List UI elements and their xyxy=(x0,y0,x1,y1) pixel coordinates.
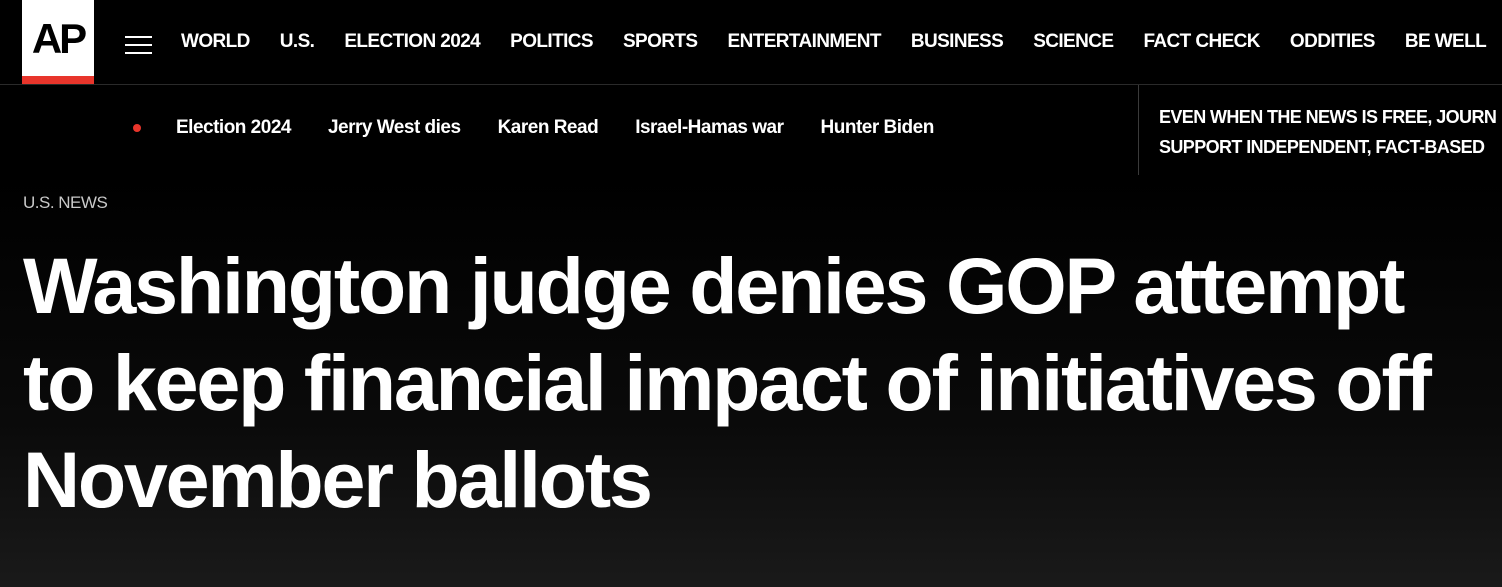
article-headline: Washington judge denies GOP attempt to k… xyxy=(23,241,1432,524)
hamburger-menu-icon[interactable] xyxy=(125,33,153,55)
support-promo[interactable]: EVEN WHEN THE NEWS IS FREE, JOURN SUPPOR… xyxy=(1159,102,1502,162)
nav-link-be-well[interactable]: BE WELL xyxy=(1405,29,1487,55)
trending-link-election-2024[interactable]: Election 2024 xyxy=(176,115,291,141)
article-header: U.S. NEWS Washington judge denies GOP at… xyxy=(0,175,1502,587)
vertical-divider xyxy=(1138,85,1139,175)
trending-link-karen-read[interactable]: Karen Read xyxy=(498,115,599,141)
promo-line-1: EVEN WHEN THE NEWS IS FREE, JOURN xyxy=(1159,107,1497,127)
nav-link-election-2024[interactable]: ELECTION 2024 xyxy=(344,29,480,55)
nav-link-us[interactable]: U.S. xyxy=(280,29,315,55)
nav-link-oddities[interactable]: ODDITIES xyxy=(1290,29,1376,55)
main-nav-links: WORLD U.S. ELECTION 2024 POLITICS SPORTS… xyxy=(181,29,1502,55)
nav-link-science[interactable]: SCIENCE xyxy=(1033,29,1114,55)
ap-logo[interactable]: AP xyxy=(22,0,94,84)
nav-link-business[interactable]: BUSINESS xyxy=(911,29,1004,55)
nav-link-entertainment[interactable]: ENTERTAINMENT xyxy=(728,29,882,55)
trending-link-hunter-biden[interactable]: Hunter Biden xyxy=(821,115,935,141)
nav-link-politics[interactable]: POLITICS xyxy=(510,29,593,55)
nav-link-world[interactable]: WORLD xyxy=(181,29,250,55)
trending-link-jerry-west[interactable]: Jerry West dies xyxy=(328,115,461,141)
trending-link-israel-hamas[interactable]: Israel-Hamas war xyxy=(635,115,784,141)
trending-bar: Election 2024 Jerry West dies Karen Read… xyxy=(0,85,1502,175)
top-navigation: AP WORLD U.S. ELECTION 2024 POLITICS SPO… xyxy=(0,0,1502,85)
promo-line-2: SUPPORT INDEPENDENT, FACT-BASED xyxy=(1159,137,1485,157)
logo-text: AP xyxy=(31,15,87,62)
live-dot-icon xyxy=(133,124,141,132)
nav-link-fact-check[interactable]: FACT CHECK xyxy=(1143,29,1260,55)
nav-link-sports[interactable]: SPORTS xyxy=(623,29,698,55)
logo-red-bar xyxy=(22,76,94,84)
section-label[interactable]: U.S. NEWS xyxy=(23,192,108,214)
trending-links: Election 2024 Jerry West dies Karen Read… xyxy=(133,115,971,141)
